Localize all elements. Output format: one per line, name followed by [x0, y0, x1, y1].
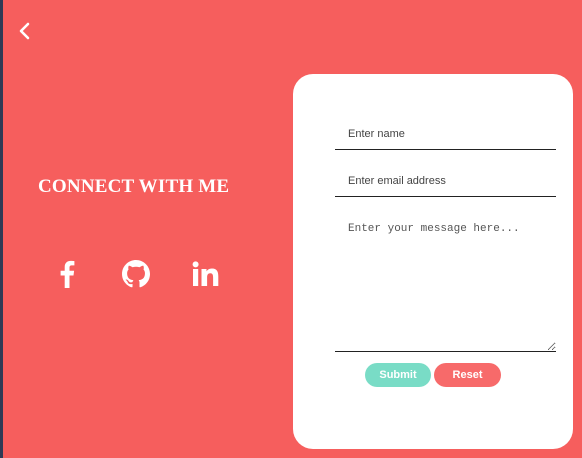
contact-form-card: Submit Reset	[293, 74, 573, 449]
facebook-link[interactable]	[51, 258, 83, 290]
submit-button[interactable]: Submit	[365, 363, 431, 387]
connect-heading: CONNECT WITH ME	[38, 176, 230, 197]
chevron-left-icon	[19, 22, 30, 40]
email-input[interactable]	[335, 165, 556, 197]
github-icon	[122, 260, 150, 288]
reset-button[interactable]: Reset	[434, 363, 501, 387]
left-edge-bar	[0, 0, 3, 458]
message-textarea[interactable]	[335, 215, 556, 352]
github-link[interactable]	[120, 258, 152, 290]
facebook-icon	[60, 260, 75, 288]
name-input[interactable]	[335, 118, 556, 150]
back-button[interactable]	[14, 20, 34, 42]
linkedin-icon	[192, 261, 219, 286]
linkedin-link[interactable]	[190, 258, 222, 290]
